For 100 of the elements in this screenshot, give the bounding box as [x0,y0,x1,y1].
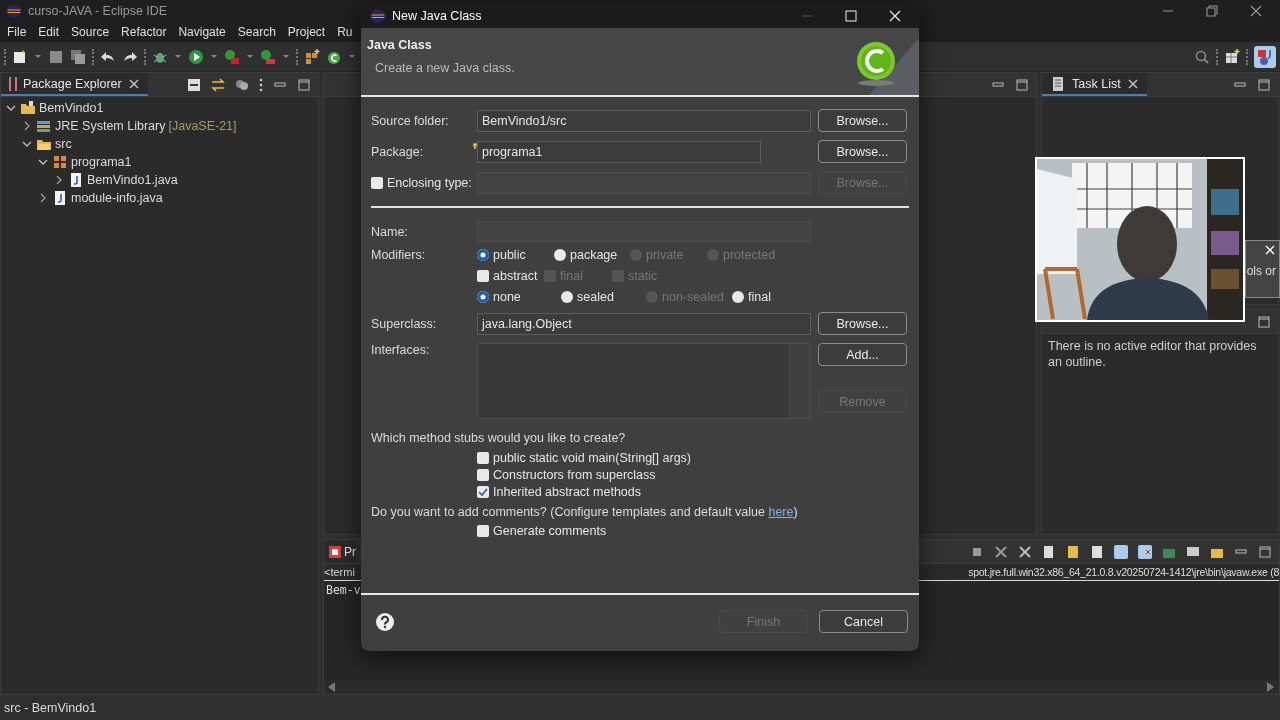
text-field[interactable]: BemVindo1/src [477,109,811,132]
menu-item[interactable]: Source [65,25,116,39]
field-label: Modifiers: [371,248,427,262]
new-package-icon[interactable] [304,48,320,65]
java-perspective-icon[interactable] [1254,45,1276,68]
scroll-left-icon[interactable] [328,682,336,692]
menu-item[interactable]: Project [281,25,332,39]
menu-item[interactable]: Navigate [172,25,232,39]
new-file-icon[interactable] [12,48,28,65]
tree-item-label[interactable]: programa1 [71,155,132,169]
comments-question: Do you want to add comments? (Configure templates and default value here) [371,505,799,519]
radio-label: package [570,248,618,262]
remove-all-icon[interactable] [1017,543,1033,560]
close-icon[interactable] [1126,77,1139,90]
help-icon[interactable] [375,611,395,632]
browse-button[interactable]: Browse... [818,312,907,335]
radio-label: none [493,290,521,304]
radio-button[interactable] [554,249,566,261]
text-field[interactable]: java.lang.Object [477,312,811,335]
close-icon[interactable] [127,77,140,90]
dialog-title: New Java Class [392,8,482,23]
menu-item[interactable]: Ru [331,25,359,39]
close-icon[interactable] [1248,3,1264,19]
radio-label: public [493,248,526,262]
project-folder-icon [20,100,36,116]
radio-button[interactable] [732,291,744,303]
radio-button[interactable] [477,291,489,303]
scroll-right-icon[interactable] [1267,682,1275,692]
field-label: Superclass: [371,316,438,331]
menu-item[interactable]: Search [231,25,282,39]
wizard-description: Create a new Java class. [374,61,515,75]
cancel-button[interactable]: Cancel [819,610,908,633]
maximize-icon[interactable] [1256,76,1272,93]
console-output: Bem-v [325,582,362,599]
radio-label: sealed [577,290,614,304]
add-button[interactable]: Add... [818,343,907,366]
checkbox-label: Constructors from superclass [493,468,656,482]
tree-item-label[interactable]: module-info.java [71,191,163,205]
search-icon[interactable] [1194,48,1210,65]
word-wrap-icon[interactable] [1089,543,1105,560]
radio-label: private [646,248,684,262]
maximize-icon[interactable] [843,7,859,24]
save-all-icon[interactable] [70,48,86,65]
maximize-icon[interactable] [1014,76,1030,93]
radio-button[interactable] [477,249,489,261]
checkbox[interactable] [477,452,489,464]
radio-button[interactable] [561,291,573,303]
close-icon[interactable] [1264,244,1276,256]
menu-item[interactable]: File [1,25,33,39]
field-label: Package: [371,144,425,159]
checkbox[interactable] [477,525,489,537]
package-explorer-icon [9,76,17,91]
open-perspective-icon[interactable] [1224,48,1240,65]
package-icon [52,154,68,170]
tree-item-label[interactable]: src [55,137,72,151]
tree-item-label[interactable]: BemVindo1 [39,101,104,115]
checkbox-label: Inherited abstract methods [493,485,641,499]
notification-text: ols or [1246,264,1276,278]
remove-icon[interactable] [993,543,1009,560]
external-tools-icon[interactable] [260,48,276,65]
templates-link[interactable]: here [768,505,794,519]
console-process-path: spot.jre.full.win32.x86_64_21.0.8.v20250724-1412\jre\bin\javaw.exe (8 [968,566,1279,578]
run-icon[interactable] [188,48,204,65]
checkbox[interactable] [477,469,489,481]
coverage-icon[interactable] [224,48,240,65]
view-menu-icon[interactable] [258,76,264,93]
eclipse-logo-icon [370,7,386,24]
checkbox-label: static [628,269,658,283]
save-icon[interactable] [48,48,64,65]
radio-label: final [748,290,771,304]
tree-item-label[interactable]: BemVindo1.java [87,173,178,187]
maximize-icon[interactable] [1256,313,1272,330]
checkbox-label: Generate comments [493,524,607,538]
browse-button[interactable]: Browse... [818,140,907,163]
java-file-icon [68,172,84,188]
menu-item[interactable]: Edit [32,25,66,39]
console-process-label: <termi [324,566,355,578]
restore-icon[interactable] [1204,3,1220,19]
console-icon [328,544,342,559]
checkbox[interactable] [371,176,383,189]
menu-item[interactable]: Refactor [115,25,173,39]
collapse-all-icon[interactable] [186,76,202,93]
checkbox-label: final [560,269,583,283]
browse-button[interactable]: Browse... [818,109,907,132]
java-file-icon [52,190,68,206]
show-console-error-icon[interactable] [1137,543,1153,560]
field-label: Name: [371,224,409,239]
show-console-icon[interactable] [1113,543,1129,560]
checkbox[interactable] [477,486,489,498]
link-arrows-icon[interactable] [210,76,226,93]
tree-item-suffix: [JavaSE-21] [168,119,237,133]
stubs-question: Which method stubs would you like to create? [371,431,627,445]
maximize-icon[interactable] [296,76,312,93]
field-label: Interfaces: [371,343,431,357]
scroll-lock-icon[interactable] [1065,543,1081,560]
field-label: Source folder: [371,113,450,128]
tree-item-label[interactable]: JRE System Library [55,119,166,133]
checkbox[interactable] [477,270,489,282]
checkbox-label: public static void main(String[] args) [493,451,691,465]
maximize-icon[interactable] [1257,543,1273,560]
